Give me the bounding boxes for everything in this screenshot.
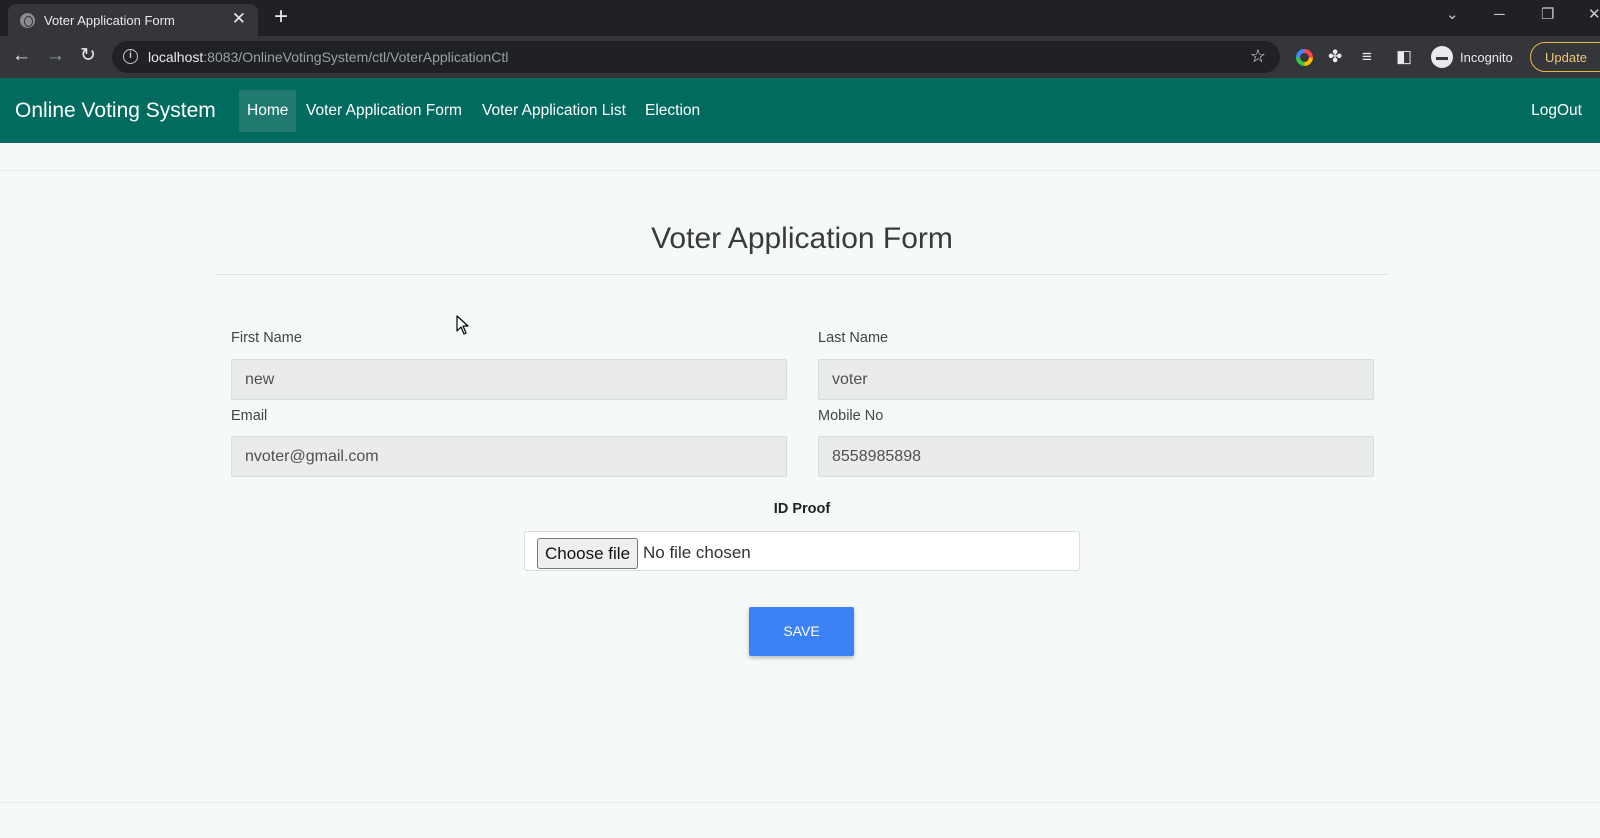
last-name-label: Last Name bbox=[818, 330, 889, 346]
brand-logo-text[interactable]: Online Voting System bbox=[15, 99, 216, 123]
browser-tab-strip: Voter Application Form ✕ + ⌄ ─ ❐ ✕ bbox=[0, 0, 1600, 36]
mobile-label: Mobile No bbox=[818, 408, 884, 424]
first-name-label: First Name bbox=[231, 330, 302, 346]
tab-title: Voter Application Form bbox=[44, 13, 175, 28]
reload-icon[interactable]: ↻ bbox=[80, 46, 96, 66]
address-bar[interactable]: i localhost:8083/OnlineVotingSystem/ctl/… bbox=[112, 41, 1280, 73]
file-status-text: No file chosen bbox=[643, 543, 751, 562]
browser-toolbar: ← → ↻ i localhost:8083/OnlineVotingSyste… bbox=[0, 36, 1600, 78]
info-icon[interactable]: i bbox=[123, 49, 138, 64]
reading-list-icon[interactable]: ≡ bbox=[1362, 47, 1372, 67]
back-icon[interactable]: ← bbox=[12, 46, 31, 66]
email-label: Email bbox=[231, 408, 268, 424]
nav-election[interactable]: Election bbox=[645, 90, 700, 132]
logout-link[interactable]: LogOut bbox=[1531, 102, 1582, 120]
nav-home[interactable]: Home bbox=[239, 90, 297, 132]
minimize-icon[interactable]: ─ bbox=[1494, 6, 1505, 24]
color-extension-icon[interactable] bbox=[1296, 49, 1313, 66]
browser-tab[interactable]: Voter Application Form ✕ bbox=[8, 4, 258, 36]
url-text: localhost:8083/OnlineVotingSystem/ctl/Vo… bbox=[148, 49, 509, 65]
close-tab-icon[interactable]: ✕ bbox=[232, 10, 246, 28]
incognito-label: Incognito bbox=[1460, 50, 1513, 65]
mobile-input[interactable]: 8558985898 bbox=[818, 436, 1374, 477]
first-name-input[interactable]: new bbox=[231, 359, 787, 400]
close-window-icon[interactable]: ✕ bbox=[1588, 6, 1600, 24]
footer-divider bbox=[0, 802, 1600, 803]
tab-search-icon[interactable]: ⌄ bbox=[1446, 6, 1459, 24]
email-input[interactable]: nvoter@gmail.com bbox=[231, 436, 787, 477]
id-proof-label: ID Proof bbox=[773, 501, 831, 517]
incognito-icon[interactable] bbox=[1431, 46, 1453, 68]
save-button[interactable]: SAVE bbox=[749, 607, 854, 656]
title-divider bbox=[216, 274, 1388, 275]
page-title: Voter Application Form bbox=[651, 222, 953, 255]
mouse-cursor-icon bbox=[456, 315, 469, 335]
id-proof-file-input[interactable]: Choose file No file chosen bbox=[524, 531, 1080, 571]
side-panel-icon[interactable]: ◧ bbox=[1396, 47, 1412, 67]
globe-icon bbox=[20, 13, 35, 28]
restore-icon[interactable]: ❐ bbox=[1541, 6, 1554, 24]
choose-file-button[interactable]: Choose file bbox=[537, 538, 638, 569]
extensions-puzzle-icon[interactable]: ✤ bbox=[1328, 47, 1342, 67]
bookmark-star-icon[interactable]: ☆ bbox=[1250, 46, 1266, 67]
update-button[interactable]: Update bbox=[1530, 42, 1600, 72]
last-name-input[interactable]: voter bbox=[818, 359, 1374, 400]
forward-icon[interactable]: → bbox=[46, 46, 65, 66]
nav-voter-application-list[interactable]: Voter Application List bbox=[482, 90, 626, 132]
new-tab-icon[interactable]: + bbox=[274, 4, 288, 30]
divider bbox=[0, 170, 1600, 171]
app-navbar: Online Voting System Home Voter Applicat… bbox=[0, 78, 1600, 143]
nav-voter-application-form[interactable]: Voter Application Form bbox=[306, 90, 462, 132]
